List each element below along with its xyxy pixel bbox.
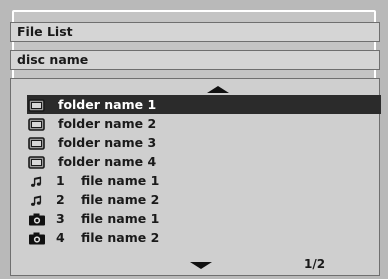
scroll-up-icon[interactable] [207, 86, 229, 93]
scroll-down-icon[interactable] [190, 262, 212, 269]
item-number: 4 [56, 230, 65, 245]
folder-icon [28, 117, 46, 131]
item-name: file name 1 [81, 211, 160, 226]
folder-icon [28, 98, 46, 112]
file-list-item[interactable]: 1 file name 1 [27, 171, 381, 190]
file-list-item[interactable]: 3 file name 1 [27, 209, 381, 228]
item-number: 1 [56, 173, 65, 188]
folder-icon [28, 155, 46, 169]
disc-name-label: disc name [10, 50, 380, 70]
folder-icon [28, 136, 46, 150]
camera-icon [28, 231, 46, 245]
file-list-item[interactable]: 2 file name 2 [27, 190, 381, 209]
item-number: 3 [56, 211, 65, 226]
item-name: file name 2 [81, 230, 160, 245]
window-title: File List [10, 22, 380, 42]
item-name: folder name 4 [58, 154, 157, 169]
folder-list-item[interactable]: folder name 1 [27, 95, 381, 114]
item-name: file name 1 [81, 173, 160, 188]
item-name: folder name 1 [58, 97, 157, 112]
folder-list-item[interactable]: folder name 4 [27, 152, 381, 171]
page-indicator: 1/2 [304, 257, 326, 271]
music-note-icon [28, 174, 46, 187]
item-name: folder name 3 [58, 135, 157, 150]
music-note-icon [28, 193, 46, 206]
file-list-item[interactable]: 4 file name 2 [27, 228, 381, 247]
camera-icon [28, 212, 46, 226]
folder-list-item[interactable]: folder name 3 [27, 133, 381, 152]
item-number: 2 [56, 192, 65, 207]
item-name: file name 2 [81, 192, 160, 207]
item-name: folder name 2 [58, 116, 157, 131]
folder-list-item[interactable]: folder name 2 [27, 114, 381, 133]
